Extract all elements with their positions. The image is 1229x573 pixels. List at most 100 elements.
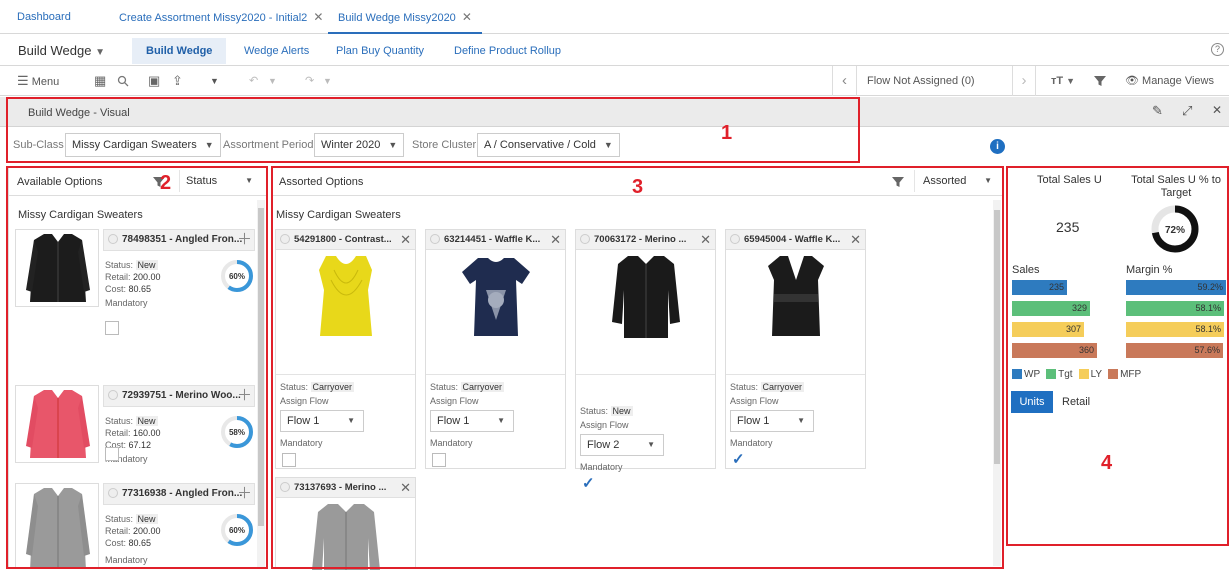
columns-icon[interactable]: ▦ [94, 66, 106, 96]
tab-dashboard[interactable]: Dashboard [17, 0, 71, 34]
assign-flow-value: Flow 1 [437, 415, 470, 427]
legend-swatch [1078, 369, 1089, 380]
assorted-option-card[interactable]: 70063172 - Merino ... ✕ Status: New Assign … [575, 229, 716, 492]
edit-icon[interactable]: ✎ [1152, 103, 1163, 119]
remove-icon[interactable]: ✕ [700, 230, 711, 249]
remove-icon[interactable]: ✕ [400, 478, 411, 497]
assign-flow-select[interactable]: Flow 2 ▼ [580, 434, 664, 456]
chevron-down-icon: ▼ [245, 176, 253, 185]
eye-icon: 👁 [1125, 75, 1139, 87]
chevron-down-icon[interactable]: ▼ [210, 66, 219, 96]
add-icon[interactable]: ＋ [237, 386, 252, 406]
remove-icon[interactable]: ✕ [400, 230, 411, 249]
help-icon[interactable]: ? [1211, 43, 1224, 56]
flow-not-assigned[interactable]: Flow Not Assigned (0) [867, 66, 975, 96]
nav-title-dropdown[interactable]: Build Wedge ▼ [18, 43, 105, 58]
margin-bar: 58.1% [1126, 301, 1224, 316]
period-select[interactable]: Winter 2020 ▼ [314, 133, 405, 157]
text-size-icon[interactable]: тT ▼ [1051, 66, 1075, 96]
assorted-option-card[interactable]: 54291800 - Contrast... ✕ Status: Carryover… [275, 229, 416, 469]
progress-value: 58% [229, 428, 245, 437]
nav-title: Build Wedge [18, 43, 92, 58]
close-icon[interactable]: ✕ [1212, 103, 1222, 117]
option-name: 54291800 - Contrast... [294, 234, 392, 245]
status-label: Status: [105, 260, 134, 270]
subclass-select[interactable]: Missy Cardigan Sweaters ▼ [65, 133, 221, 157]
nav-plan-buy-quantity[interactable]: Plan Buy Quantity [322, 38, 438, 64]
chevron-down-icon: ▼ [647, 440, 655, 449]
add-icon[interactable]: ＋ [237, 484, 252, 504]
mandatory-label: Mandatory [730, 438, 773, 448]
total-sales-label: Total Sales U [1037, 174, 1102, 186]
previous-flow-button[interactable]: ‹ [832, 66, 857, 96]
retail-button[interactable]: Retail [1062, 391, 1090, 413]
legend-label: WP [1024, 369, 1041, 380]
option-title: 63214451 - Waffle K... ✕ [426, 230, 565, 250]
mandatory-checkbox[interactable] [282, 453, 296, 467]
assorted-filter-select[interactable]: Assorted ▼ [914, 170, 998, 192]
chevron-down-icon[interactable]: ▼ [323, 66, 332, 96]
filter-icon[interactable] [892, 176, 904, 188]
available-option-card[interactable]: 77316938 - Angled Fron... ＋ Status: New R… [15, 483, 255, 569]
assorted-option-card[interactable]: 63214451 - Waffle K... ✕ Status: Carryover… [425, 229, 566, 469]
nav-define-product-rollup[interactable]: Define Product Rollup [440, 38, 575, 64]
next-flow-button[interactable]: › [1012, 66, 1036, 96]
menu-button[interactable]: ☰ Menu [17, 66, 59, 96]
assorted-option-card[interactable]: 73137693 - Merino ... ✕ [275, 477, 416, 573]
available-option-card[interactable]: 78498351 - Angled Fron... ＋ Status: New R… [15, 229, 255, 308]
chevron-down-icon: ▼ [984, 176, 992, 185]
status-filter-select[interactable]: Status ▼ [179, 170, 259, 192]
chevron-down-icon: ▼ [95, 47, 106, 58]
chevron-down-icon[interactable]: ▼ [268, 66, 277, 96]
option-title: 70063172 - Merino ... ✕ [576, 230, 715, 250]
nav-wedge-alerts[interactable]: Wedge Alerts [230, 38, 323, 64]
mandatory-checkbox[interactable] [105, 321, 119, 335]
filter-bar: Sub-Class Missy Cardigan Sweaters ▼ Assor… [0, 127, 1229, 163]
visual-header: Build Wedge - Visual ✎ ⤢ ✕ [0, 97, 1229, 127]
manage-views-label: Manage Views [1142, 75, 1214, 87]
close-icon[interactable]: ✕ [313, 10, 323, 24]
option-title: 73137693 - Merino ... ✕ [276, 478, 415, 498]
mandatory-checkbox[interactable] [432, 453, 446, 467]
sales-bar: 235 [1012, 280, 1067, 295]
assign-flow-select[interactable]: Flow 1 ▼ [280, 410, 364, 432]
status-label: Status: [105, 416, 134, 426]
assign-flow-value: Flow 1 [287, 415, 320, 427]
search-icon[interactable] [117, 66, 129, 96]
progress-value: 60% [229, 272, 245, 281]
assign-flow-select[interactable]: Flow 1 ▼ [430, 410, 514, 432]
tab-create-assortment[interactable]: Create Assortment Missy2020 - Initial2 ✕ [119, 0, 323, 34]
assign-flow-label: Assign Flow [580, 420, 629, 430]
redo-icon[interactable]: ↷ [305, 66, 314, 96]
export-icon[interactable]: ⇪ [172, 66, 183, 96]
expand-icon[interactable]: ⤢ [1182, 103, 1192, 119]
assorted-scrollbar[interactable] [993, 200, 1001, 566]
cluster-select[interactable]: A / Conservative / Cold ▼ [477, 133, 620, 157]
manage-views-button[interactable]: 👁 Manage Views [1125, 66, 1214, 96]
progress-donut: 60% [220, 513, 254, 547]
close-icon[interactable]: ✕ [462, 10, 472, 24]
tab-build-wedge[interactable]: Build Wedge Missy2020 ✕ [328, 0, 482, 34]
visual-title: Build Wedge - Visual [28, 107, 130, 119]
option-title: 65945004 - Waffle K... ✕ [726, 230, 865, 250]
assorted-option-card[interactable]: 65945004 - Waffle K... ✕ Status: Carryover… [725, 229, 866, 469]
mandatory-checkbox[interactable] [105, 447, 119, 461]
available-option-card[interactable]: 72939751 - Merino Woo... ＋ Status: New Re… [15, 385, 255, 464]
calculator-icon[interactable]: ▣ [148, 66, 160, 96]
mandatory-label: Mandatory [105, 555, 148, 565]
remove-icon[interactable]: ✕ [550, 230, 561, 249]
mandatory-checkmark-icon[interactable]: ✓ [732, 450, 745, 468]
add-icon[interactable]: ＋ [237, 230, 252, 250]
assorted-group-title: Missy Cardigan Sweaters [276, 209, 401, 221]
product-image [15, 483, 99, 569]
legend-swatch [1108, 369, 1119, 380]
nav-build-wedge[interactable]: Build Wedge [132, 38, 227, 64]
units-button[interactable]: Units [1011, 391, 1053, 413]
available-scrollbar[interactable] [257, 200, 265, 569]
filter-icon[interactable] [1094, 66, 1106, 96]
remove-icon[interactable]: ✕ [850, 230, 861, 249]
assign-flow-select[interactable]: Flow 1 ▼ [730, 410, 814, 432]
total-sales-value: 235 [1056, 219, 1080, 235]
undo-icon[interactable]: ↶ [249, 66, 258, 96]
mandatory-checkmark-icon[interactable]: ✓ [582, 474, 595, 492]
